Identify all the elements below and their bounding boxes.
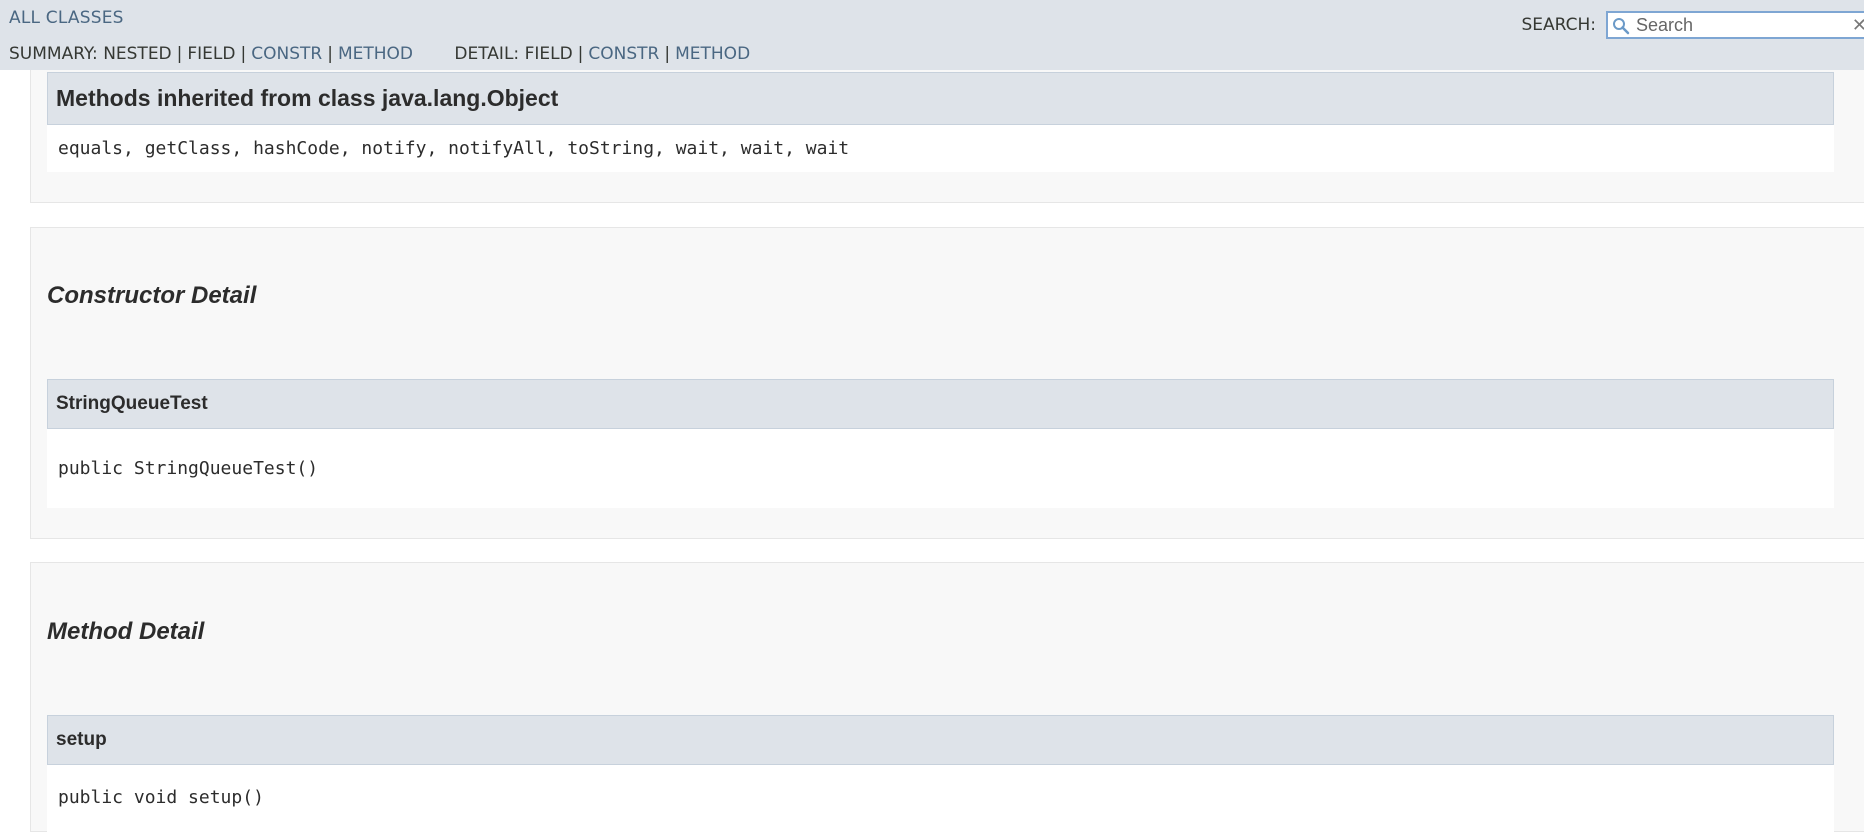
inherited-methods-title: Methods inherited from class java.lang.O… [47,72,1834,125]
inherited-methods-list: equals, getClass, hashCode, notify, noti… [47,125,1834,172]
separator: | [176,44,183,64]
search-label: SEARCH: [1521,15,1596,35]
detail-method-link[interactable]: METHOD [675,44,750,64]
detail-label: DETAIL: [454,44,520,64]
search-area: SEARCH: ✕ [1521,10,1864,40]
constructor-name: StringQueueTest [47,379,1834,429]
magnifier-icon [1612,17,1630,35]
constructor-detail-heading: Constructor Detail [47,282,257,309]
summary-nav: SUMMARY: NESTED | FIELD | CONSTR | METHOD [9,44,413,64]
search-input[interactable] [1636,13,1856,37]
method-name: setup [47,715,1834,765]
separator: | [240,44,247,64]
all-classes-link[interactable]: ALL CLASSES [9,8,124,28]
summary-method-link[interactable]: METHOD [338,44,413,64]
close-icon[interactable]: ✕ [1852,15,1864,36]
summary-nested: NESTED [103,44,172,64]
constructor-signature: public StringQueueTest() [47,429,1834,508]
top-navigation-bar: ALL CLASSES SUMMARY: NESTED | FIELD | CONSTR… [0,0,1864,70]
separator: | [327,44,333,64]
method-signature: public void setup() [47,765,1834,835]
separator: | [664,44,671,64]
search-box[interactable]: ✕ [1606,11,1864,39]
summary-constr-link[interactable]: CONSTR [251,44,322,64]
detail-nav: DETAIL: FIELD | CONSTR | METHOD [454,44,750,64]
detail-constr-link[interactable]: CONSTR [588,44,659,64]
sub-navigation: SUMMARY: NESTED | FIELD | CONSTR | METHOD DETA… [9,44,750,64]
summary-label: SUMMARY: [9,44,98,64]
summary-field: FIELD [187,44,236,64]
method-detail-heading: Method Detail [47,618,205,645]
detail-field: FIELD [524,44,573,64]
separator: | [577,44,584,64]
